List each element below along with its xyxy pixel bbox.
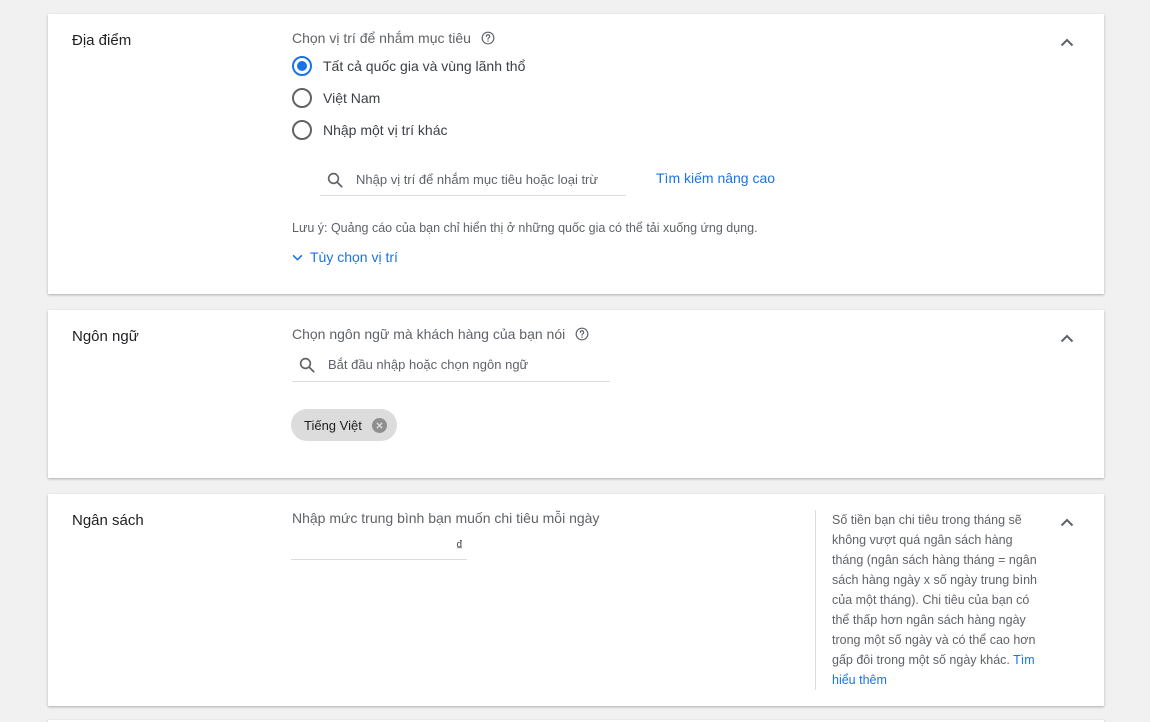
chevron-up-icon xyxy=(1060,518,1074,526)
radio-button[interactable] xyxy=(292,88,312,108)
budget-amount-input[interactable] xyxy=(303,536,454,553)
budget-title: Ngân sách xyxy=(72,512,144,529)
collapse-location-button[interactable] xyxy=(1056,31,1078,53)
budget-side-note-text: Số tiền bạn chi tiêu trong tháng sẽ khôn… xyxy=(832,513,1038,667)
location-prompt-text: Chọn vị trí để nhắm mục tiêu xyxy=(292,30,471,46)
radio-vietnam[interactable]: Việt Nam xyxy=(292,88,380,108)
location-title: Địa điểm xyxy=(72,32,132,49)
radio-label: Việt Nam xyxy=(323,90,381,106)
radio-all-countries[interactable]: Tất cả quốc gia và vùng lãnh thổ xyxy=(292,56,525,76)
location-search-input[interactable] xyxy=(356,172,626,187)
location-search xyxy=(320,164,626,196)
language-prompt-text: Chọn ngôn ngữ mà khách hàng của bạn nói xyxy=(292,326,566,342)
language-chip: Tiếng Việt xyxy=(291,409,397,441)
budget-side-note: Số tiền bạn chi tiêu trong tháng sẽ khôn… xyxy=(832,510,1042,690)
language-search-input[interactable] xyxy=(328,357,610,372)
remove-chip-button[interactable] xyxy=(371,417,387,433)
budget-section: Ngân sách Nhập mức trung bình bạn muốn c… xyxy=(48,494,1104,706)
vertical-divider xyxy=(815,510,816,690)
budget-amount-field: ₫ xyxy=(291,530,467,560)
help-icon[interactable] xyxy=(481,31,495,48)
help-icon[interactable] xyxy=(575,327,589,344)
language-prompt: Chọn ngôn ngữ mà khách hàng của bạn nói xyxy=(292,326,589,344)
radio-label: Tất cả quốc gia và vùng lãnh thổ xyxy=(323,58,526,74)
chevron-up-icon xyxy=(1060,38,1074,46)
location-note: Lưu ý: Quảng cáo của bạn chỉ hiển thị ở … xyxy=(292,221,758,235)
language-title: Ngôn ngữ xyxy=(72,328,139,345)
search-icon xyxy=(299,357,315,373)
language-search xyxy=(292,348,610,382)
language-section: Ngôn ngữ Chọn ngôn ngữ mà khách hàng của… xyxy=(48,310,1104,478)
advanced-search-link[interactable]: Tìm kiếm nâng cao xyxy=(656,170,775,186)
budget-prompt: Nhập mức trung bình bạn muốn chi tiêu mỗ… xyxy=(292,510,600,526)
location-prompt: Chọn vị trí để nhắm mục tiêu xyxy=(292,30,495,48)
radio-other-location[interactable]: Nhập một vị trí khác xyxy=(292,120,448,140)
close-icon xyxy=(376,421,383,429)
location-options-toggle[interactable]: Tùy chọn vị trí xyxy=(292,249,398,265)
location-options-label: Tùy chọn vị trí xyxy=(310,249,398,265)
collapse-budget-button[interactable] xyxy=(1056,511,1078,533)
location-section: Địa điểm Chọn vị trí để nhắm mục tiêu Tấ… xyxy=(48,14,1104,294)
radio-button[interactable] xyxy=(292,120,312,140)
search-icon xyxy=(327,172,343,188)
collapse-language-button[interactable] xyxy=(1056,327,1078,349)
currency-symbol: ₫ xyxy=(455,536,463,553)
chip-label: Tiếng Việt xyxy=(304,417,362,433)
radio-button[interactable] xyxy=(292,56,312,76)
chevron-down-icon xyxy=(292,254,303,261)
chevron-up-icon xyxy=(1060,334,1074,342)
radio-label: Nhập một vị trí khác xyxy=(323,122,448,138)
